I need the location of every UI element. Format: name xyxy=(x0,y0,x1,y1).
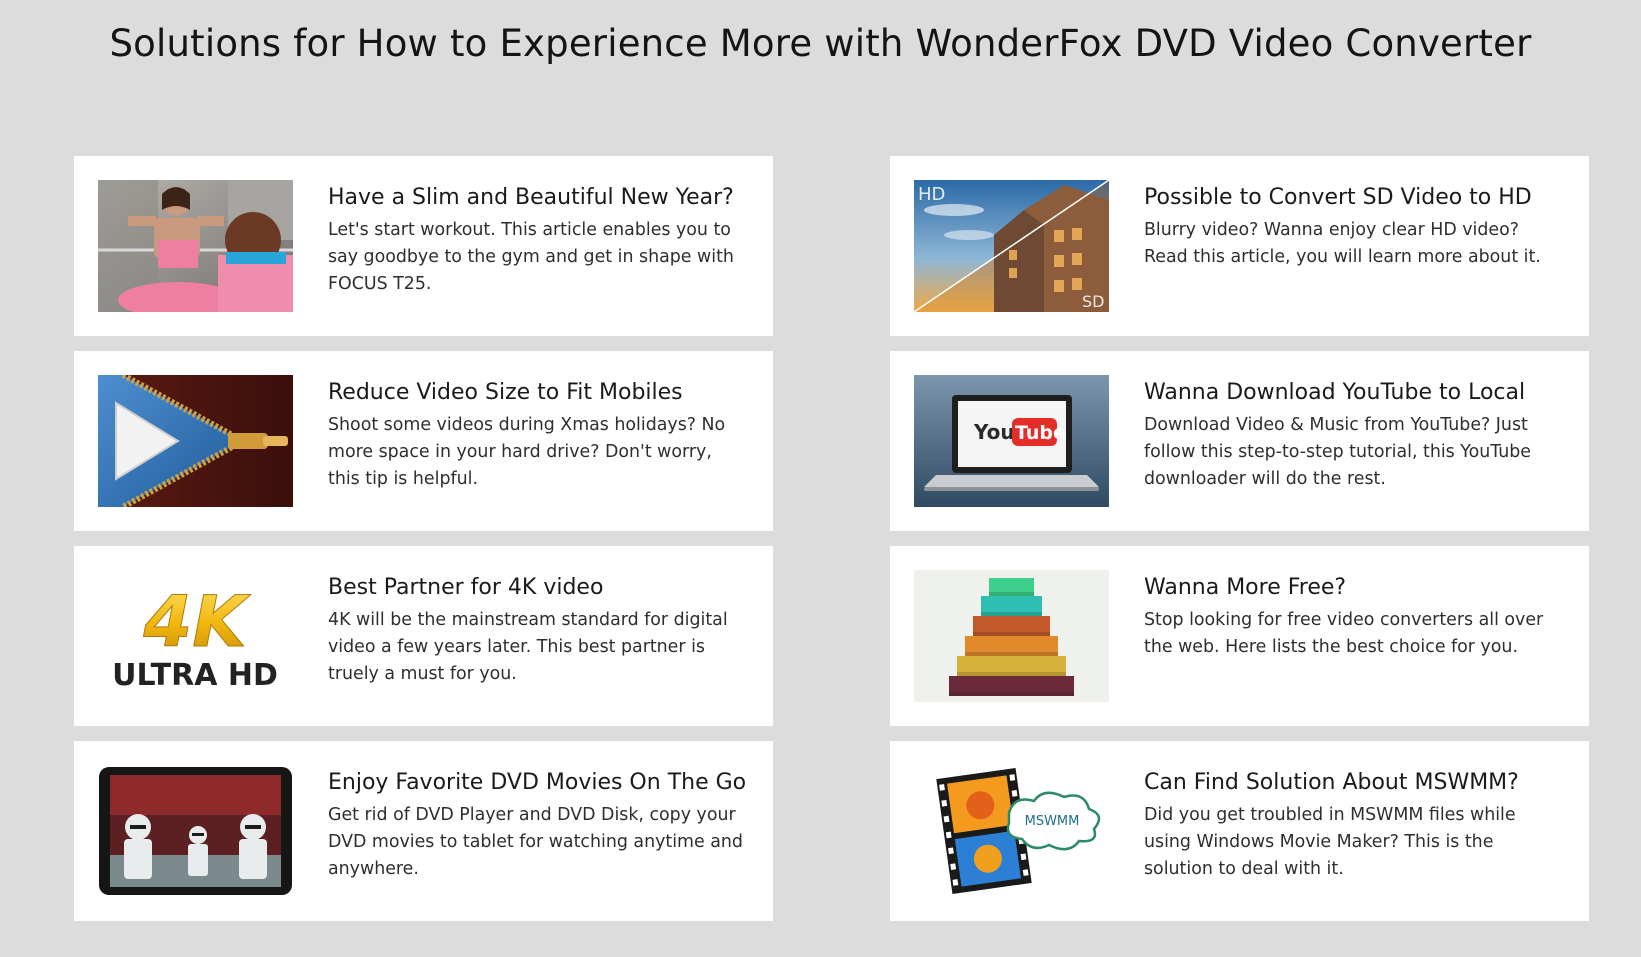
stairs-thumbnail[interactable] xyxy=(914,570,1109,702)
article-card-4k-video[interactable]: 4K ULTRA HD Best Partner for 4K video 4K… xyxy=(74,546,773,726)
card-title[interactable]: Wanna More Free? xyxy=(1144,573,1574,603)
youtube-laptop-image: You Tube xyxy=(914,375,1109,507)
ultra-hd-text: ULTRA HD xyxy=(112,658,278,693)
card-title[interactable]: Can Find Solution About MSWMM? xyxy=(1144,768,1574,798)
4k-text: 4K xyxy=(143,581,252,663)
4k-ultra-hd-logo: 4K ULTRA HD xyxy=(98,570,293,702)
zipper-play-icon xyxy=(98,375,293,507)
card-title[interactable]: Enjoy Favorite DVD Movies On The Go xyxy=(328,768,758,798)
tablet-movie-thumbnail[interactable] xyxy=(98,765,293,897)
card-description: Shoot some videos during Xmas holidays? … xyxy=(328,415,726,489)
mswmm-cloud-text: MSWMM xyxy=(1025,814,1080,829)
sd-hd-comparison-image: HD SD xyxy=(914,180,1109,312)
article-card-reduce-video-size[interactable]: Reduce Video Size to Fit Mobiles Shoot s… xyxy=(74,351,773,531)
card-title[interactable]: Wanna Download YouTube to Local xyxy=(1144,378,1574,408)
card-title[interactable]: Have a Slim and Beautiful New Year? xyxy=(328,183,758,213)
card-title[interactable]: Possible to Convert SD Video to HD xyxy=(1144,183,1574,213)
4k-logo-thumbnail[interactable]: 4K ULTRA HD xyxy=(98,570,293,702)
card-description: Let's start workout. This article enable… xyxy=(328,220,734,294)
card-description: Get rid of DVD Player and DVD Disk, copy… xyxy=(328,805,743,879)
card-title[interactable]: Best Partner for 4K video xyxy=(328,573,758,603)
sd-hd-photo-thumbnail[interactable]: HD SD xyxy=(914,180,1109,312)
card-title[interactable]: Reduce Video Size to Fit Mobiles xyxy=(328,378,758,408)
tablet-movie-image xyxy=(98,765,293,897)
youtube-laptop-thumbnail[interactable]: You Tube xyxy=(914,375,1109,507)
article-card-youtube-download[interactable]: You Tube Wanna Download YouTube to Local… xyxy=(890,351,1589,531)
film-strip-flower-image: MSWMM xyxy=(914,765,1109,897)
article-card-more-free[interactable]: Wanna More Free? Stop looking for free v… xyxy=(890,546,1589,726)
card-description: Did you get troubled in MSWMM files whil… xyxy=(1144,805,1516,879)
article-card-sd-to-hd[interactable]: HD SD Possible to Convert SD Video to HD… xyxy=(890,156,1589,336)
article-card-slim-new-year[interactable]: Have a Slim and Beautiful New Year? Let'… xyxy=(74,156,773,336)
youtube-you-text: You xyxy=(973,420,1015,444)
article-card-mswmm[interactable]: MSWMM Can Find Solution About MSWMM? Did… xyxy=(890,741,1589,921)
card-description: Download Video & Music from YouTube? Jus… xyxy=(1144,415,1531,489)
sd-label: SD xyxy=(1082,292,1104,311)
card-description: Blurry video? Wanna enjoy clear HD video… xyxy=(1144,220,1541,267)
card-description: 4K will be the mainstream standard for d… xyxy=(328,610,728,684)
stairs-chart-image xyxy=(914,570,1109,702)
workout-photo-image xyxy=(98,180,293,312)
article-card-dvd-on-the-go[interactable]: Enjoy Favorite DVD Movies On The Go Get … xyxy=(74,741,773,921)
film-strip-thumbnail[interactable]: MSWMM xyxy=(914,765,1109,897)
workout-photo-thumbnail[interactable] xyxy=(98,180,293,312)
hd-label: HD xyxy=(918,184,945,205)
page-title: Solutions for How to Experience More wit… xyxy=(109,22,1532,65)
card-description: Stop looking for free video converters a… xyxy=(1144,610,1544,657)
zipper-play-thumbnail[interactable] xyxy=(98,375,293,507)
youtube-tube-text: Tube xyxy=(1015,422,1066,444)
